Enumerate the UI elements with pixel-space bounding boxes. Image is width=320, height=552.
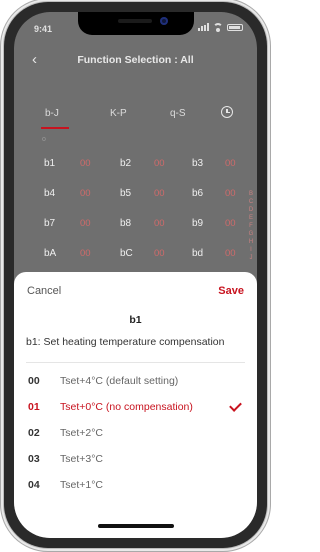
option-code: 00 xyxy=(28,375,40,387)
param-value: 00 xyxy=(80,248,91,259)
option-item[interactable]: 04 Tset+1°C xyxy=(14,472,257,498)
param-value: 00 xyxy=(154,248,165,259)
cancel-button[interactable]: Cancel xyxy=(27,285,61,297)
param-key[interactable]: bd xyxy=(192,248,203,259)
index-letter[interactable]: C xyxy=(249,198,253,206)
save-button[interactable]: Save xyxy=(218,285,244,297)
notch xyxy=(78,12,194,35)
signal-icon xyxy=(198,23,209,31)
option-list: 00 Tset+4°C (default setting) 01 Tset+0°… xyxy=(14,368,257,498)
param-value: 00 xyxy=(225,158,236,169)
param-key[interactable]: b2 xyxy=(120,158,131,169)
index-letter[interactable]: D xyxy=(249,206,253,214)
clock-icon[interactable] xyxy=(221,106,233,118)
parameter-description: b1: Set heating temperature compensation xyxy=(26,336,225,348)
phone-bezel: 9:41 ‹ Function Selection : All b-J K-P … xyxy=(14,12,257,538)
option-item[interactable]: 00 Tset+4°C (default setting) xyxy=(14,368,257,394)
option-label: Tset+0°C (no compensation) xyxy=(60,401,193,413)
index-letter[interactable]: G xyxy=(249,230,254,238)
tab-q-s[interactable]: q-S xyxy=(170,108,186,119)
param-value: 00 xyxy=(80,218,91,229)
param-key[interactable]: b4 xyxy=(44,188,55,199)
index-letter[interactable]: I xyxy=(250,246,252,254)
param-key[interactable]: bC xyxy=(120,248,133,259)
app-screen: 9:41 ‹ Function Selection : All b-J K-P … xyxy=(14,12,257,538)
home-indicator[interactable] xyxy=(98,524,174,528)
index-letter[interactable]: B xyxy=(249,190,253,198)
status-time: 9:41 xyxy=(34,24,53,34)
param-value: 00 xyxy=(225,218,236,229)
grid-row: b4 00 b5 00 b6 00 xyxy=(14,180,257,210)
tab-b-j[interactable]: b-J xyxy=(45,108,59,119)
active-tab-indicator xyxy=(41,127,69,129)
phone-frame: 9:41 ‹ Function Selection : All b-J K-P … xyxy=(4,2,267,548)
param-key[interactable]: bA xyxy=(44,248,56,259)
option-label: Tset+4°C (default setting) xyxy=(60,375,179,387)
param-value: 00 xyxy=(225,248,236,259)
option-label: Tset+2°C xyxy=(60,427,104,439)
param-key[interactable]: b6 xyxy=(192,188,203,199)
param-value: 00 xyxy=(225,188,236,199)
param-key[interactable]: b8 xyxy=(120,218,131,229)
param-value: 00 xyxy=(80,158,91,169)
nav-bar: ‹ Function Selection : All xyxy=(14,42,257,78)
param-value: 00 xyxy=(154,218,165,229)
param-key[interactable]: b1 xyxy=(44,158,55,169)
index-letter[interactable]: F xyxy=(249,222,253,230)
parameter-grid: b1 00 b2 00 b3 00 b4 00 b5 00 b6 00 b7 0… xyxy=(14,150,257,270)
grid-row: b1 00 b2 00 b3 00 xyxy=(14,150,257,180)
param-value: 00 xyxy=(154,158,165,169)
index-letter[interactable]: E xyxy=(249,214,253,222)
grid-row: b7 00 b8 00 b9 00 xyxy=(14,210,257,240)
battery-icon xyxy=(227,23,243,31)
wifi-icon xyxy=(213,23,223,32)
option-code: 01 xyxy=(28,401,40,413)
sheet-title: b1 xyxy=(129,314,142,326)
option-item[interactable]: 02 Tset+2°C xyxy=(14,420,257,446)
camera-icon xyxy=(160,17,168,25)
option-item[interactable]: 03 Tset+3°C xyxy=(14,446,257,472)
option-code: 02 xyxy=(28,427,40,439)
option-picker-sheet: Cancel Save b1 b1: Set heating temperatu… xyxy=(14,272,257,538)
index-letter[interactable]: H xyxy=(249,238,253,246)
param-value: 00 xyxy=(154,188,165,199)
alphabet-index[interactable]: B C D E F G H I J xyxy=(247,190,255,262)
divider xyxy=(26,362,245,363)
param-value: 00 xyxy=(80,188,91,199)
option-code: 03 xyxy=(28,453,40,465)
param-key[interactable]: b5 xyxy=(120,188,131,199)
index-letter[interactable]: J xyxy=(250,254,253,262)
tab-bar: b-J K-P q-S xyxy=(14,100,257,130)
option-label: Tset+1°C xyxy=(60,479,104,491)
check-icon xyxy=(229,399,242,412)
option-item-selected[interactable]: 01 Tset+0°C (no compensation) xyxy=(14,394,257,420)
status-icons xyxy=(198,23,243,32)
param-key[interactable]: b9 xyxy=(192,218,203,229)
option-label: Tset+3°C xyxy=(60,453,104,465)
grid-row: bA 00 bC 00 bd 00 xyxy=(14,240,257,270)
param-key[interactable]: b7 xyxy=(44,218,55,229)
page-title: Function Selection : All xyxy=(77,54,194,66)
option-code: 04 xyxy=(28,479,40,491)
param-key[interactable]: b3 xyxy=(192,158,203,169)
tab-k-p[interactable]: K-P xyxy=(110,108,127,119)
section-marker: o xyxy=(42,136,46,143)
speaker-grille xyxy=(118,19,152,23)
